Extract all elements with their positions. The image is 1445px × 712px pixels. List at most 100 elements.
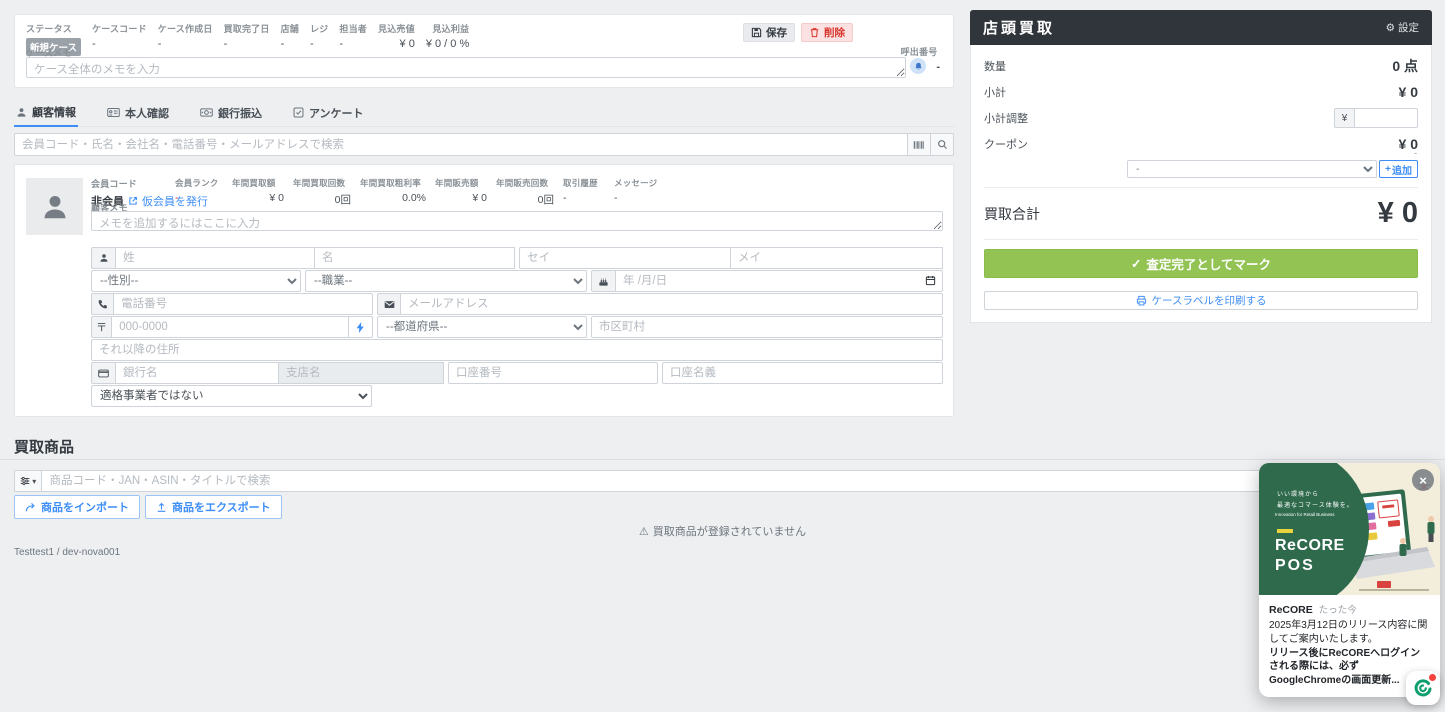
coupon-select[interactable]: - [1127, 160, 1377, 178]
notification-tagline-1: いい環境から [1277, 489, 1319, 498]
stat-message: メッセージ - [614, 177, 658, 207]
tab-bank-transfer[interactable]: 銀行振込 [198, 103, 264, 126]
notification-close-button[interactable]: × [1412, 469, 1434, 491]
check-icon: ✓ [1131, 256, 1141, 271]
tab-customer-info[interactable]: 顧客情報 [14, 103, 78, 127]
trash-icon [809, 27, 820, 38]
occupation-select[interactable]: --職業-- [305, 270, 587, 292]
chat-widget-button[interactable] [1406, 671, 1440, 705]
bank-name-input[interactable] [115, 362, 279, 384]
customer-search-input[interactable] [14, 133, 908, 156]
search-button[interactable] [931, 133, 954, 156]
postal-lookup-button[interactable] [349, 316, 373, 338]
stat-annual-purchase-count: 年間買取回数 0回 [293, 177, 351, 207]
stat-member-rank: 会員ランク - [175, 177, 223, 207]
settings-button[interactable]: ⚙ 設定 [1386, 20, 1419, 35]
stat-annual-sales-count: 年間販売回数 0回 [496, 177, 554, 207]
warning-icon: ⚠ [639, 525, 649, 538]
stat-annual-purchase-margin: 年間買取粗利率 0.0% [360, 177, 426, 207]
name-person-icon [91, 247, 115, 269]
notification-tagline-2: 最適なコマース体験を。 [1277, 500, 1354, 509]
export-products-button[interactable]: 商品をエクスポート [145, 495, 282, 519]
search-icon [937, 139, 948, 150]
call-number-label: 呼出番号 [898, 45, 940, 58]
total-row: 買取合計 ¥ 0 [984, 197, 1418, 230]
gender-select[interactable]: --性別-- [91, 270, 301, 292]
purchase-panel-header: 店頭買取 ⚙ 設定 [970, 10, 1432, 45]
credit-card-icon [91, 362, 115, 384]
products-divider [0, 459, 1445, 460]
notification-tagline-3: Innovation for Retail Business [1275, 512, 1335, 517]
save-button[interactable]: 保存 [743, 23, 795, 42]
subtotal-adjust-row: 小計調整 ¥ [984, 108, 1418, 128]
calendar-icon[interactable] [925, 275, 936, 286]
call-number-value: - [936, 61, 940, 73]
notification-brand-recore: ReCORE [1275, 537, 1345, 555]
coupon-dash: - [984, 148, 1417, 158]
birthday-cake-icon [591, 270, 615, 292]
print-case-label-button[interactable]: ケースラベルを印刷する [984, 291, 1418, 310]
tab-identity-check[interactable]: 本人確認 [105, 103, 171, 126]
save-icon [751, 27, 762, 38]
call-number-bell-button[interactable] [910, 58, 926, 74]
upload-icon [156, 502, 167, 513]
account-name-input[interactable] [662, 362, 943, 384]
product-search-input[interactable] [42, 470, 1432, 492]
field-purchase-done: 買取完了日 - [224, 22, 270, 56]
notification-sender: ReCORE [1269, 604, 1313, 616]
products-title: 買取商品 [14, 436, 74, 457]
delete-button[interactable]: 削除 [801, 23, 853, 42]
product-search-bar: ▾ [14, 470, 1432, 492]
prefecture-select[interactable]: --都道府県-- [377, 316, 587, 338]
tab-survey[interactable]: アンケート [291, 103, 366, 126]
case-header-card: ステータス 新規ケース ケースコード - ケース作成日 - 買取完了日 - 店舗… [14, 14, 954, 88]
product-actions: 商品をインポート 商品をエクスポート [14, 495, 282, 519]
postal-mark-icon: 〒 [91, 316, 111, 338]
field-case-created: ケース作成日 - [158, 22, 213, 56]
coupon-select-row: - + 追加 [984, 160, 1418, 178]
phone-input[interactable] [113, 293, 373, 315]
mark-assessment-complete-button[interactable]: ✓ 査定完了としてマーク [984, 249, 1418, 278]
barcode-scan-button[interactable] [908, 133, 931, 156]
yen-addon: ¥ [1334, 108, 1354, 128]
field-case-code: ケースコード - [92, 22, 147, 56]
last-name-kana-input[interactable] [519, 247, 731, 269]
first-name-kana-input[interactable] [731, 247, 943, 269]
postal-code-input[interactable] [111, 316, 349, 338]
status-label: ステータス [26, 22, 81, 35]
birthday-input[interactable] [615, 270, 943, 292]
account-number-input[interactable] [448, 362, 658, 384]
add-coupon-button[interactable]: + 追加 [1379, 160, 1418, 178]
branch-name-input [279, 362, 444, 384]
panel-title: 店頭買取 [983, 17, 1055, 38]
customer-tabs: 顧客情報 本人確認 銀行振込 アンケート [14, 103, 954, 127]
last-name-input[interactable] [115, 247, 315, 269]
id-card-icon [107, 107, 120, 118]
city-input[interactable] [591, 316, 943, 338]
email-input[interactable] [400, 293, 943, 315]
banknote-icon [200, 107, 213, 118]
notification-message-line1: 2025年3月12日のリリース内容に関してご案内いたします。 [1269, 619, 1430, 647]
customer-memo-input[interactable] [91, 211, 943, 231]
quantity-value: 0 点 [1392, 56, 1418, 76]
close-icon: × [1419, 473, 1427, 488]
caret-down-icon: ▾ [32, 477, 36, 486]
case-memo-input[interactable] [26, 57, 906, 78]
avatar-person-icon [40, 192, 70, 222]
first-name-input[interactable] [315, 247, 515, 269]
invoice-qualification-select[interactable]: 適格事業者ではない [91, 385, 372, 407]
subtotal-row: 小計 ¥ 0 [984, 84, 1418, 100]
phone-icon [91, 293, 113, 315]
notification-popup: いい環境から 最適なコマース体験を。 Innovation for Retail… [1259, 463, 1440, 697]
import-products-button[interactable]: 商品をインポート [14, 495, 140, 519]
product-filter-button[interactable]: ▾ [14, 470, 42, 492]
customer-card: 会員コード 非会員 仮会員を発行 会員ランク - 年間買取額 ¥ 0 年間買取回… [14, 164, 954, 417]
address-input[interactable] [91, 339, 943, 361]
purchase-panel: 店頭買取 ⚙ 設定 数量 0 点 小計 ¥ 0 小計調整 ¥ クーポン ¥ 0 … [970, 10, 1432, 323]
person-icon [16, 107, 27, 118]
stat-transaction-history: 取引履歴 - [563, 177, 605, 207]
sliders-icon [20, 476, 30, 486]
subtotal-adjust-input[interactable] [1354, 108, 1418, 128]
notification-image[interactable]: いい環境から 最適なコマース体験を。 Innovation for Retail… [1259, 463, 1440, 595]
chat-notification-dot [1429, 674, 1436, 681]
